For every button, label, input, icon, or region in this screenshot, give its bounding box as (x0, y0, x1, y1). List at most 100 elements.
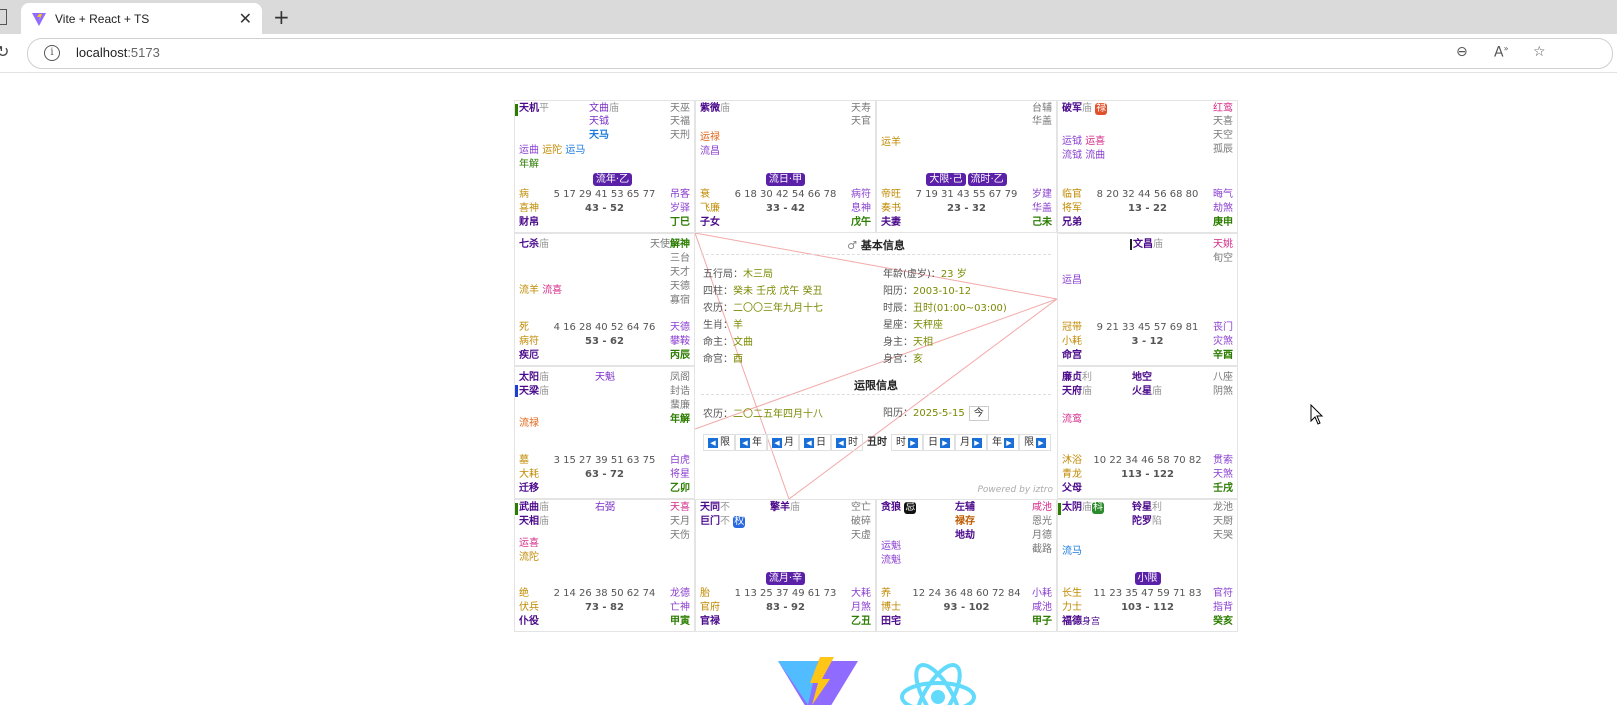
url-host: localhost (76, 45, 128, 60)
palace-name: 财帛 (519, 217, 539, 228)
next-decade-button[interactable]: 限 ▶ (1019, 434, 1051, 451)
tab-close-icon[interactable]: ✕ (239, 9, 252, 28)
sihua-quan-mark: 权 (733, 516, 746, 528)
palace-cell-xu[interactable]: 廉贞利 天府庙 地空 火星庙 八座 阴煞 流鸾 沐浴 10 22 34 46 5… (1057, 366, 1238, 499)
adj-star: 天喜 (1213, 116, 1233, 127)
flow-star: 流马 (1062, 546, 1082, 557)
minor-star: 禄存 (955, 516, 975, 527)
adj-star: 八座 (1213, 372, 1233, 383)
tab-bar: Vite + React + TS ✕ + (0, 0, 1617, 34)
palace-cell-hai[interactable]: 太阴庙科 铃星利 陀罗陷 龙池 天厨 天哭 流马 小限 长生 11 23 35 … (1057, 499, 1238, 632)
palace-cell-you[interactable]: 文昌庙 天姚 旬空 运昌 冠带 9 21 33 45 57 69 81 丧门 小… (1057, 233, 1238, 366)
new-tab-icon[interactable]: + (273, 5, 290, 29)
url-text[interactable]: localhost:5173 (76, 45, 160, 60)
adj-star: 恩光 (1032, 516, 1052, 527)
flow-month-tag: 流月·辛 (765, 572, 806, 585)
suijian-label: 吊客 (670, 189, 690, 200)
decade-range: 73 - 82 (585, 602, 624, 613)
jiangqian-label: 指背 (1213, 602, 1233, 613)
info-label: 身宫： (883, 354, 913, 365)
next-year-button[interactable]: 年 ▶ (987, 434, 1019, 451)
prev-decade-button[interactable]: ◀ 限 (703, 434, 735, 451)
info-label: 星座： (883, 320, 913, 331)
star-brightness: 庙 (539, 372, 549, 383)
info-value: 癸未 壬戌 戊午 癸丑 (733, 286, 823, 297)
browser-tab[interactable]: Vite + React + TS ✕ (21, 3, 262, 34)
adj-star: 台辅 (1032, 103, 1052, 114)
read-aloud-icon[interactable]: A» (1494, 44, 1508, 61)
adj-star: 蜚廉 (670, 400, 690, 411)
suijian-label: 晦气 (1213, 189, 1233, 200)
flow-star: 运魁 (881, 541, 901, 552)
decade-range: 83 - 92 (766, 602, 805, 613)
tab-stub[interactable] (0, 9, 7, 25)
info-value: 木三局 (743, 269, 773, 280)
favorite-star-icon[interactable]: ☆ (1533, 44, 1546, 60)
jiangqian-label: 息神 (851, 203, 871, 214)
palace-cell-mao[interactable]: 太阳庙 天梁庙 天魁 凤阁 封诰 蜚廉 年解 流禄 墓 3 15 27 39 5… (514, 366, 695, 499)
prev-year-button[interactable]: ◀ 年 (735, 434, 767, 451)
palace-name: 田宅 (881, 616, 901, 627)
palace-cell-yin[interactable]: 武曲庙 天相庙 右弼 天喜 天月 天伤 运喜 流陀 绝 2 14 26 38 5… (514, 499, 695, 632)
decade-range: 23 - 32 (947, 203, 986, 214)
info-value: 天相 (913, 337, 933, 348)
arrow-left-icon: ◀ (836, 437, 846, 448)
major-star: 七杀 (519, 239, 539, 250)
next-day-button[interactable]: 日 ▶ (923, 434, 955, 451)
info-label: 命主： (703, 337, 733, 348)
star-brightness: 庙 (1082, 386, 1092, 397)
palace-cell-si[interactable]: 天机平 文曲庙 天钺 天马 天巫 天福 天刑 运曲 运陀 运马 年解 流年·乙 … (514, 100, 695, 233)
zoom-out-icon[interactable]: ⊖ (1456, 44, 1468, 60)
address-bar[interactable]: i localhost:5173 ⊖ A» ☆ (27, 38, 1613, 69)
age-list: 5 17 29 41 53 65 77 (553, 189, 656, 200)
flow-star: 运喜 (1085, 136, 1106, 147)
prev-month-button[interactable]: ◀ 月 (767, 434, 799, 451)
adj-star: 孤辰 (1213, 144, 1233, 155)
info-value: 二〇〇三年九月十七 (733, 303, 823, 314)
flow-star: 流魁 (881, 555, 901, 566)
today-button[interactable]: 今 (968, 406, 989, 421)
major-star: 天机 (519, 103, 539, 114)
astrolabe-board: 天机平 文曲庙 天钺 天马 天巫 天福 天刑 运曲 运陀 运马 年解 流年·乙 … (514, 100, 1244, 640)
flow-star: 运曲 (519, 145, 539, 156)
info-value: 23 岁 (940, 269, 967, 280)
adj-star: 天使 (650, 239, 670, 250)
decade-range: 3 - 12 (1131, 336, 1164, 347)
adj-star: 天刑 (670, 130, 690, 141)
arrow-left-icon: ◀ (804, 437, 814, 448)
suijian-label: 大耗 (851, 588, 871, 599)
adj-star: 空亡 (851, 502, 871, 513)
palace-ganzhi: 乙卯 (670, 483, 690, 494)
adj-star: 年解 (670, 414, 690, 425)
mouse-cursor-icon (1310, 404, 1324, 425)
palace-cell-wei[interactable]: 台辅 华盖 运羊 大限·己 流时·乙 帝旺 7 19 31 43 55 67 79… (876, 100, 1057, 233)
palace-ganzhi: 辛酉 (1213, 350, 1233, 361)
palace-cell-shen[interactable]: 破军庙 禄 红鸾 天喜 天空 孤辰 运钺 运喜 流钺 流曲 临官 8 20 32… (1057, 100, 1238, 233)
next-month-button[interactable]: 月 ▶ (955, 434, 987, 451)
palace-cell-zi[interactable]: 贪狼 忌 左辅 禄存 地劫 咸池 恩光 月德 截路 运魁 流魁 养 12 24 … (876, 499, 1057, 632)
reload-icon[interactable]: ↻ (0, 42, 9, 61)
adj-star: 天巫 (670, 103, 690, 114)
palace-cell-chen[interactable]: 七杀庙 天使 解神 三台 天才 天德 寡宿 流羊 流喜 死 4 16 28 40… (514, 233, 695, 366)
palace-cell-chou[interactable]: 天同不 巨门不 权 擎羊庙 空亡 破碎 天虚 流月·辛 胎 1 13 25 37… (695, 499, 876, 632)
arrow-left-icon: ◀ (708, 437, 718, 448)
prev-hour-button[interactable]: ◀ 时 (831, 434, 863, 451)
prev-day-button[interactable]: ◀ 日 (799, 434, 831, 451)
palace-cell-wu[interactable]: 紫微庙 天寿 天官 运禄 流昌 流日·甲 衰 6 18 30 42 54 66 … (695, 100, 876, 233)
major-star: 天相 (519, 516, 539, 527)
minor-star: 文曲 (589, 103, 609, 114)
adj-star: 天寿 (851, 103, 871, 114)
palace-marker (515, 503, 518, 515)
adj-star: 破碎 (851, 516, 871, 527)
flow-hour-tag: 流时·乙 (967, 173, 1007, 186)
next-hour-button[interactable]: 时 ▶ (891, 434, 923, 451)
control-label: 年 (752, 437, 762, 448)
star-brightness: 庙 (1082, 103, 1092, 114)
adj-star: 天德 (670, 281, 690, 292)
adj-star: 红鸾 (1213, 103, 1233, 114)
site-info-icon[interactable]: i (44, 45, 60, 61)
palace-ganzhi: 丁巳 (670, 217, 690, 228)
palace-ganzhi: 甲寅 (670, 616, 690, 627)
age-list: 1 13 25 37 49 61 73 (734, 588, 837, 599)
info-value: 羊 (733, 320, 743, 331)
